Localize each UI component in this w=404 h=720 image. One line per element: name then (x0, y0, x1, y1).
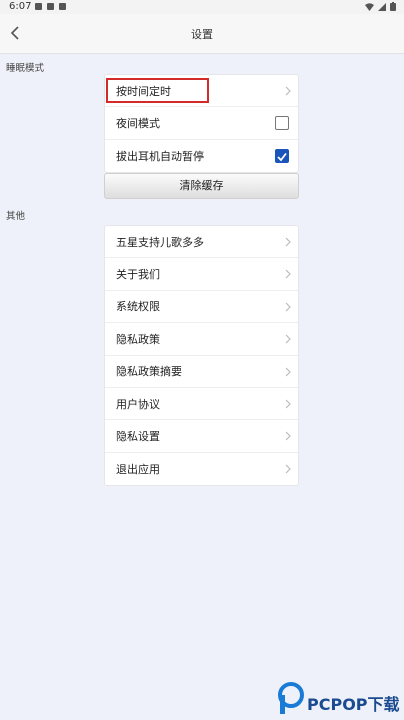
chevron-right-icon (285, 269, 291, 279)
page-title: 设置 (191, 28, 213, 41)
notification-icon (47, 3, 54, 10)
auto-pause-label: 拔出耳机自动暂停 (116, 149, 204, 163)
battery-icon (390, 2, 396, 11)
night-mode-label: 夜间模式 (116, 117, 160, 131)
list-item-privacy-summary[interactable]: 隐私政策摘要 (105, 356, 298, 388)
chevron-right-icon (285, 464, 291, 474)
chevron-right-icon (285, 86, 291, 96)
signal-icon (378, 2, 386, 11)
section-label-other: 其他 (6, 211, 26, 222)
auto-pause-row[interactable]: 拔出耳机自动暂停 (105, 140, 298, 172)
list-item-about[interactable]: 关于我们 (105, 258, 298, 291)
other-settings-card: 五星支持儿歌多多 关于我们 系统权限 隐私政策 隐私政策摘要 用户协议 隐私设置… (104, 225, 299, 487)
list-item-label: 隐私政策摘要 (116, 365, 182, 379)
watermark-logo: PCPOP下载 (277, 682, 401, 718)
list-item-permissions[interactable]: 系统权限 (105, 291, 298, 324)
chevron-right-icon (285, 334, 291, 344)
list-item-label: 隐私政策 (116, 332, 160, 346)
chevron-right-icon (285, 399, 291, 409)
highlight-box (106, 78, 209, 103)
title-bar: 设置 (0, 14, 404, 54)
list-item-rate[interactable]: 五星支持儿歌多多 (105, 226, 298, 259)
checkmark-icon (277, 152, 287, 162)
chevron-right-icon (285, 237, 291, 247)
status-time: 6:07 (9, 1, 32, 12)
gallery-notification-icon (35, 3, 42, 10)
list-item-label: 系统权限 (116, 300, 160, 314)
list-item-label: 关于我们 (116, 268, 160, 282)
app-notification-icon (59, 3, 66, 10)
list-item-label: 退出应用 (116, 462, 160, 476)
chevron-right-icon (285, 431, 291, 441)
chevron-right-icon (285, 367, 291, 376)
list-item-exit-app[interactable]: 退出应用 (105, 453, 298, 485)
list-item-privacy-settings[interactable]: 隐私设置 (105, 420, 298, 453)
wifi-icon (365, 2, 374, 11)
night-mode-checkbox[interactable] (275, 116, 289, 131)
list-item-label: 隐私设置 (116, 430, 160, 444)
list-item-label: 用户协议 (116, 397, 160, 411)
section-label-sleep: 睡眠模式 (6, 63, 45, 74)
clear-cache-button[interactable]: 清除缓存 (104, 173, 299, 199)
list-item-privacy-policy[interactable]: 隐私政策 (105, 323, 298, 356)
auto-pause-checkbox[interactable] (275, 148, 289, 163)
list-item-user-agreement[interactable]: 用户协议 (105, 388, 298, 421)
chevron-right-icon (285, 302, 291, 312)
list-item-label: 五星支持儿歌多多 (116, 235, 204, 249)
pcpop-logo-icon (278, 682, 304, 714)
night-mode-row[interactable]: 夜间模式 (105, 107, 298, 140)
watermark-text: PCPOP下载 (307, 695, 400, 714)
status-bar: 6:07 (0, 0, 404, 14)
